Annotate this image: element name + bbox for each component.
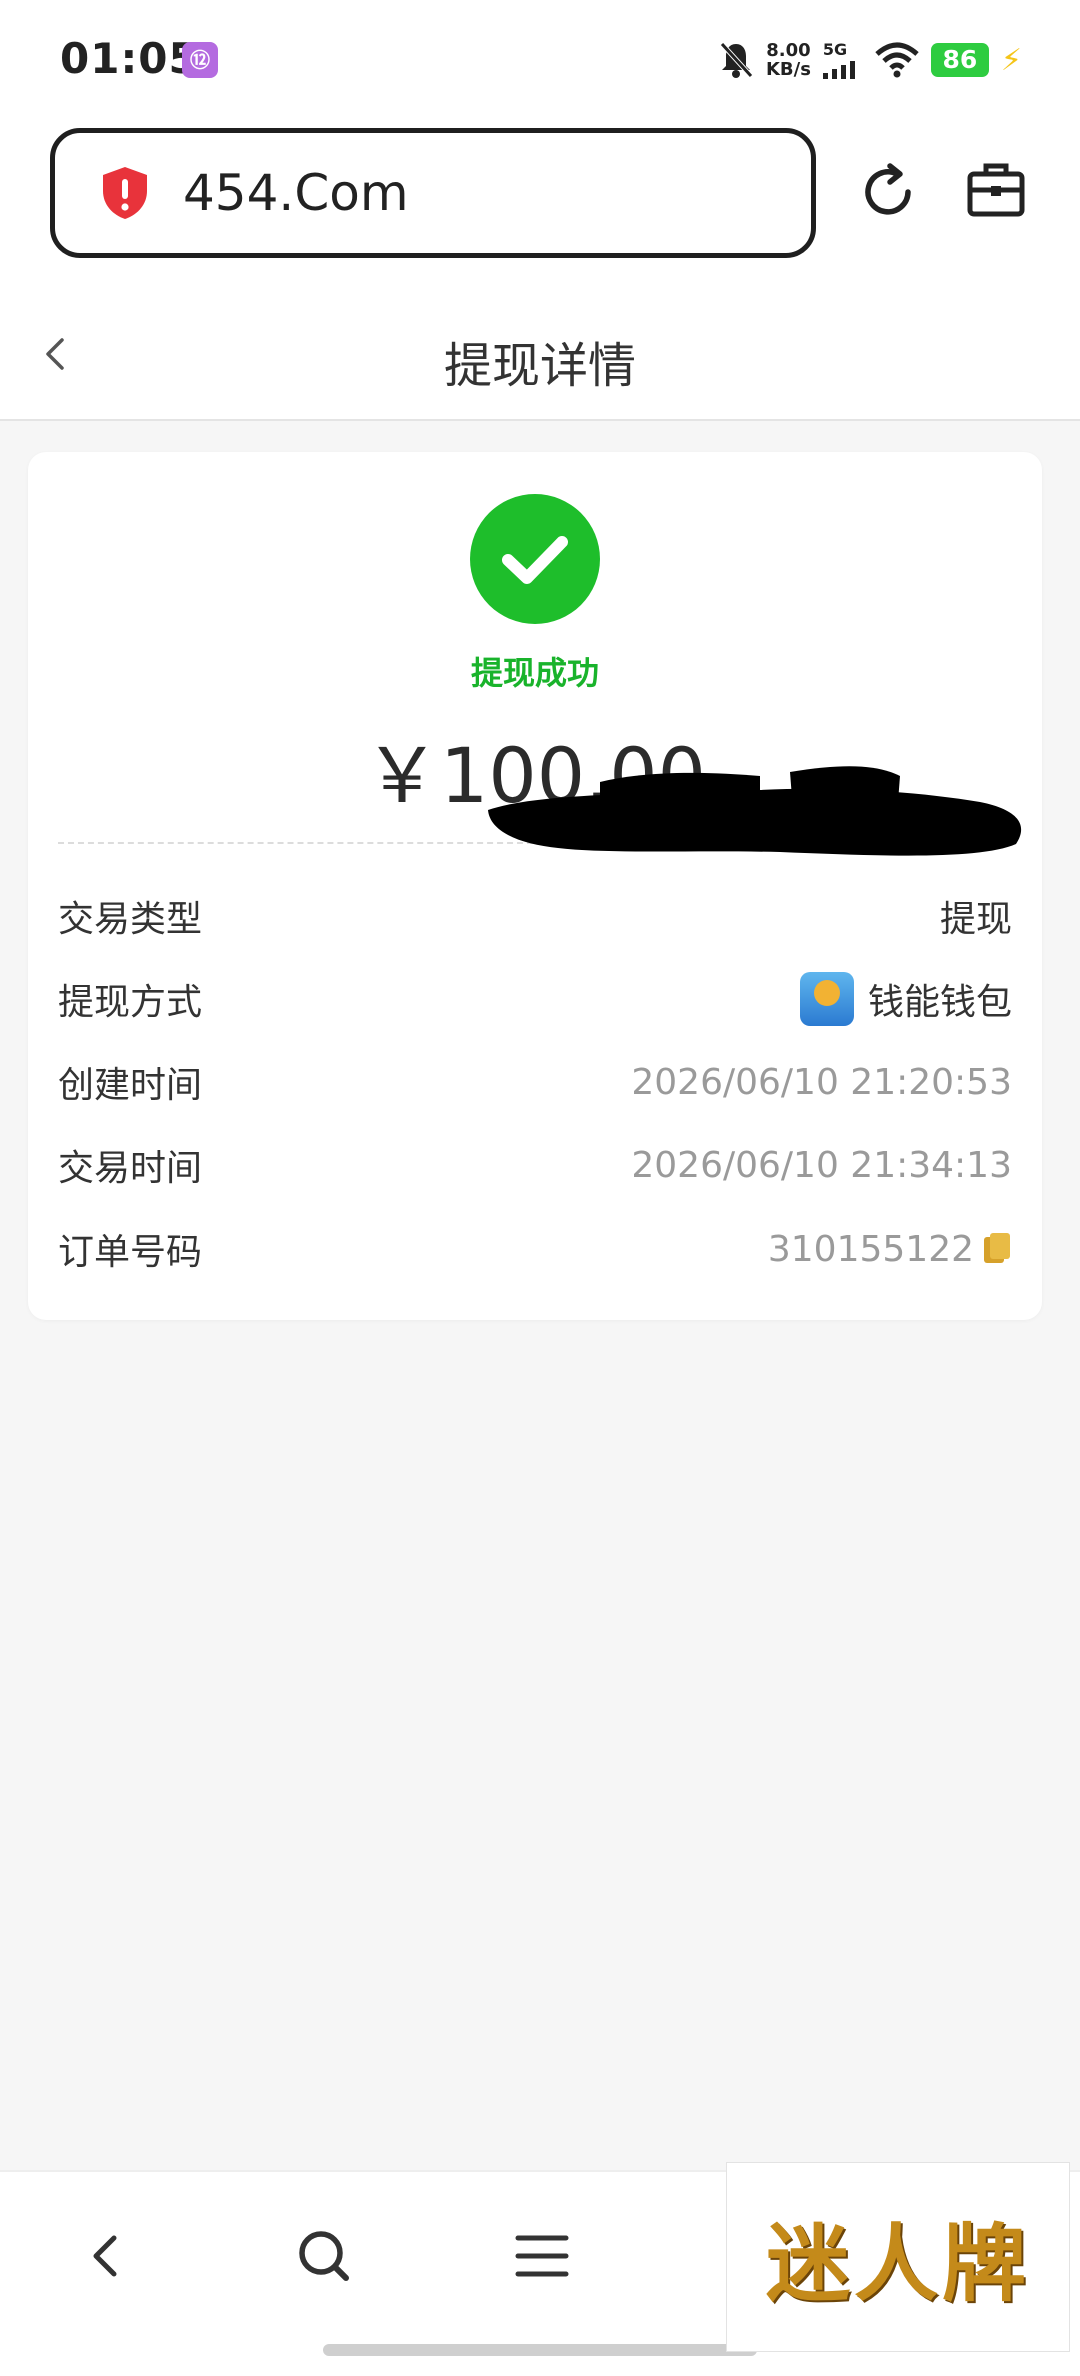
- status-text: 提现成功: [470, 654, 599, 692]
- address-bar[interactable]: 454.Com: [50, 128, 816, 258]
- wallet-logo-icon: [799, 972, 854, 1026]
- detail-label: 订单号码: [58, 1232, 203, 1273]
- order-number-value: 310155122: [768, 1229, 1012, 1270]
- detail-row-created: 创建时间 2026/06/10 21:20:53: [58, 1052, 1012, 1112]
- charging-icon: ⚡: [1000, 42, 1022, 78]
- order-number-text: 310155122: [767, 1228, 974, 1270]
- bell-off-icon: [720, 42, 753, 78]
- detail-row-order-number: 订单号码 310155122: [58, 1219, 1012, 1279]
- network-type: 5G: [822, 40, 848, 59]
- battery-indicator: 86: [930, 43, 989, 77]
- detail-label: 提现方式: [58, 982, 203, 1023]
- detail-row-transaction-time: 交易时间 2026/06/10 21:34:13: [58, 1135, 1012, 1195]
- detail-label: 交易类型: [58, 899, 203, 940]
- status-indicators: 8.00 KB/s 5G 86 ⚡: [718, 36, 1022, 84]
- wifi-icon: [875, 42, 919, 78]
- cell-signal: 5G: [822, 40, 863, 79]
- home-indicator[interactable]: [323, 2344, 757, 2356]
- success-check-icon: [470, 494, 600, 624]
- browser-toolbar: 454.Com: [0, 118, 1080, 286]
- back-icon: [93, 2235, 117, 2277]
- app-root: 01:05 ⑫ 8.00 KB/s 5G 86 ⚡ 454.Com 提现详情 提…: [0, 0, 1080, 2376]
- watermark-logo: 迷人牌: [726, 2162, 1070, 2352]
- search-icon: [299, 2231, 349, 2281]
- notification-app-icon: ⑫: [182, 42, 218, 78]
- nav-back-button[interactable]: [66, 2216, 146, 2296]
- detail-value: 2026/06/10 21:34:13: [631, 1144, 1012, 1186]
- reload-icon[interactable]: [856, 160, 920, 224]
- status-time: 01:05: [60, 34, 199, 83]
- page-title: 提现详情: [443, 338, 636, 394]
- redaction-scribble: [488, 766, 1022, 856]
- network-speed-unit: KB/s: [765, 59, 811, 80]
- network-speed-value: 8.00: [766, 40, 811, 61]
- copy-icon[interactable]: [982, 1231, 1012, 1267]
- cell-signal-icon: [822, 61, 855, 79]
- detail-row-type: 交易类型 提现: [58, 886, 1012, 946]
- detail-value-method: 钱能钱包: [799, 972, 1012, 1026]
- url-text[interactable]: 454.Com: [183, 164, 409, 222]
- network-speed: 8.00 KB/s: [766, 41, 811, 79]
- detail-label: 创建时间: [58, 1065, 203, 1106]
- nav-search-button[interactable]: [284, 2216, 364, 2296]
- withdrawal-detail-card: 提现成功 ￥100.00 交易类型 提现 提现方式 钱能钱包 创建时间 2026…: [28, 452, 1042, 1320]
- page-header: 提现详情: [0, 286, 1080, 421]
- shield-warning-icon[interactable]: [99, 165, 151, 221]
- detail-label: 交易时间: [58, 1148, 203, 1189]
- menu-icon: [515, 2235, 569, 2277]
- detail-row-method: 提现方式 钱能钱包: [58, 969, 1012, 1029]
- toolbox-icon[interactable]: [964, 158, 1028, 222]
- detail-value: 提现: [939, 899, 1012, 940]
- wallet-name: 钱能钱包: [867, 982, 1012, 1023]
- nav-menu-button[interactable]: [502, 2216, 582, 2296]
- detail-value: 2026/06/10 21:20:53: [631, 1061, 1012, 1103]
- status-bar: 01:05 ⑫ 8.00 KB/s 5G 86 ⚡: [0, 0, 1080, 118]
